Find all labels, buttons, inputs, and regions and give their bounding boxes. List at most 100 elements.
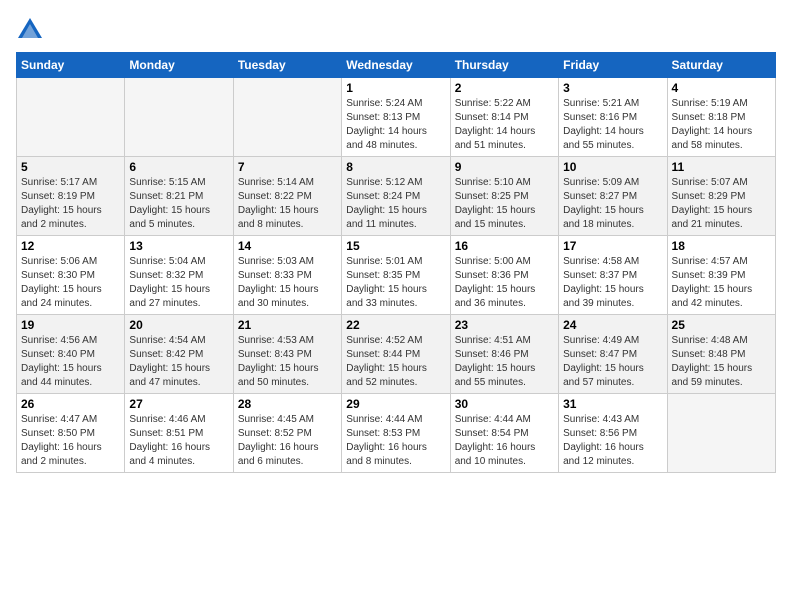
weekday-header-wednesday: Wednesday [342, 53, 450, 78]
day-number: 8 [346, 160, 445, 174]
day-info: Sunrise: 4:44 AMSunset: 8:54 PMDaylight:… [455, 413, 554, 469]
day-number: 16 [455, 239, 554, 253]
day-number: 7 [238, 160, 337, 174]
day-number: 20 [129, 318, 228, 332]
day-info: Sunrise: 4:52 AMSunset: 8:44 PMDaylight:… [346, 334, 445, 390]
calendar-week-row: 5Sunrise: 5:17 AMSunset: 8:19 PMDaylight… [17, 157, 776, 236]
calendar-cell: 14Sunrise: 5:03 AMSunset: 8:33 PMDayligh… [233, 236, 341, 315]
day-info: Sunrise: 5:22 AMSunset: 8:14 PMDaylight:… [455, 97, 554, 153]
calendar-cell: 25 Sunrise: 4:48 AMSunset: 8:48 PMDayligh… [667, 315, 775, 394]
day-number: 29 [346, 397, 445, 411]
day-info: Sunrise: 4:44 AMSunset: 8:53 PMDaylight:… [346, 413, 445, 469]
day-info: Sunrise: 4:49 AMSunset: 8:47 PMDaylight:… [563, 334, 662, 390]
calendar-cell: 13 Sunrise: 5:04 AMSunset: 8:32 PMDayligh… [125, 236, 233, 315]
day-number: 24 [563, 318, 662, 332]
day-number: 3 [563, 81, 662, 95]
day-info: Sunrise: 4:48 AMSunset: 8:48 PMDaylight:… [672, 334, 771, 390]
weekday-header-thursday: Thursday [450, 53, 558, 78]
calendar-cell: 15 Sunrise: 5:01 AMSunset: 8:35 PMDayligh… [342, 236, 450, 315]
calendar-cell: 17 Sunrise: 4:58 AMSunset: 8:37 PMDayligh… [559, 236, 667, 315]
calendar-cell: 5Sunrise: 5:17 AMSunset: 8:19 PMDaylight… [17, 157, 125, 236]
day-info: Sunrise: 5:21 AMSunset: 8:16 PMDaylight:… [563, 97, 662, 153]
calendar-cell: 4Sunrise: 5:19 AMSunset: 8:18 PMDaylight… [667, 78, 775, 157]
day-info: Sunrise: 5:01 AMSunset: 8:35 PMDaylight:… [346, 255, 445, 311]
calendar-cell: 27 Sunrise: 4:46 AMSunset: 8:51 PMDayligh… [125, 394, 233, 473]
calendar-cell [125, 78, 233, 157]
day-number: 11 [672, 160, 771, 174]
day-info: Sunrise: 4:57 AMSunset: 8:39 PMDaylight:… [672, 255, 771, 311]
calendar-cell: 7 Sunrise: 5:14 AMSunset: 8:22 PMDaylight… [233, 157, 341, 236]
day-info: Sunrise: 4:46 AMSunset: 8:51 PMDaylight:… [129, 413, 228, 469]
day-info: Sunrise: 5:06 AMSunset: 8:30 PMDaylight:… [21, 255, 120, 311]
calendar-header-row: SundayMondayTuesdayWednesdayThursdayFrid… [17, 53, 776, 78]
day-number: 27 [129, 397, 228, 411]
weekday-header-monday: Monday [125, 53, 233, 78]
calendar-cell: 3 Sunrise: 5:21 AMSunset: 8:16 PMDaylight… [559, 78, 667, 157]
calendar-cell: 6 Sunrise: 5:15 AMSunset: 8:21 PMDaylight… [125, 157, 233, 236]
calendar-cell [17, 78, 125, 157]
day-number: 26 [21, 397, 120, 411]
day-info: Sunrise: 5:04 AMSunset: 8:32 PMDaylight:… [129, 255, 228, 311]
day-info: Sunrise: 5:00 AMSunset: 8:36 PMDaylight:… [455, 255, 554, 311]
day-info: Sunrise: 5:09 AMSunset: 8:27 PMDaylight:… [563, 176, 662, 232]
day-info: Sunrise: 4:43 AMSunset: 8:56 PMDaylight:… [563, 413, 662, 469]
calendar-cell [667, 394, 775, 473]
day-number: 28 [238, 397, 337, 411]
day-number: 1 [346, 81, 445, 95]
day-number: 22 [346, 318, 445, 332]
day-number: 15 [346, 239, 445, 253]
calendar-table: SundayMondayTuesdayWednesdayThursdayFrid… [16, 52, 776, 473]
calendar-cell: 9Sunrise: 5:10 AMSunset: 8:25 PMDaylight… [450, 157, 558, 236]
day-number: 30 [455, 397, 554, 411]
day-number: 25 [672, 318, 771, 332]
day-info: Sunrise: 4:51 AMSunset: 8:46 PMDaylight:… [455, 334, 554, 390]
day-number: 19 [21, 318, 120, 332]
logo-icon [16, 16, 44, 44]
calendar-cell: 2 Sunrise: 5:22 AMSunset: 8:14 PMDaylight… [450, 78, 558, 157]
day-info: Sunrise: 4:56 AMSunset: 8:40 PMDaylight:… [21, 334, 120, 390]
day-info: Sunrise: 5:19 AMSunset: 8:18 PMDaylight:… [672, 97, 771, 153]
day-number: 12 [21, 239, 120, 253]
day-number: 6 [129, 160, 228, 174]
calendar-week-row: 19 Sunrise: 4:56 AMSunset: 8:40 PMDayligh… [17, 315, 776, 394]
day-info: Sunrise: 4:54 AMSunset: 8:42 PMDaylight:… [129, 334, 228, 390]
calendar-week-row: 1 Sunrise: 5:24 AMSunset: 8:13 PMDaylight… [17, 78, 776, 157]
calendar-cell: 20 Sunrise: 4:54 AMSunset: 8:42 PMDayligh… [125, 315, 233, 394]
calendar-cell: 8 Sunrise: 5:12 AMSunset: 8:24 PMDaylight… [342, 157, 450, 236]
day-info: Sunrise: 5:03 AMSunset: 8:33 PMDaylight:… [238, 255, 337, 311]
weekday-header-friday: Friday [559, 53, 667, 78]
day-info: Sunrise: 5:14 AMSunset: 8:22 PMDaylight:… [238, 176, 337, 232]
day-number: 13 [129, 239, 228, 253]
weekday-header-tuesday: Tuesday [233, 53, 341, 78]
day-number: 2 [455, 81, 554, 95]
calendar-cell: 24 Sunrise: 4:49 AMSunset: 8:47 PMDayligh… [559, 315, 667, 394]
day-number: 23 [455, 318, 554, 332]
calendar-cell: 1 Sunrise: 5:24 AMSunset: 8:13 PMDaylight… [342, 78, 450, 157]
calendar-cell: 29 Sunrise: 4:44 AMSunset: 8:53 PMDayligh… [342, 394, 450, 473]
day-number: 31 [563, 397, 662, 411]
calendar-cell: 23 Sunrise: 4:51 AMSunset: 8:46 PMDayligh… [450, 315, 558, 394]
day-number: 18 [672, 239, 771, 253]
calendar-cell: 11Sunrise: 5:07 AMSunset: 8:29 PMDayligh… [667, 157, 775, 236]
day-info: Sunrise: 5:12 AMSunset: 8:24 PMDaylight:… [346, 176, 445, 232]
day-info: Sunrise: 5:10 AMSunset: 8:25 PMDaylight:… [455, 176, 554, 232]
day-info: Sunrise: 5:15 AMSunset: 8:21 PMDaylight:… [129, 176, 228, 232]
day-info: Sunrise: 4:45 AMSunset: 8:52 PMDaylight:… [238, 413, 337, 469]
day-number: 5 [21, 160, 120, 174]
calendar-cell: 30 Sunrise: 4:44 AMSunset: 8:54 PMDayligh… [450, 394, 558, 473]
calendar-cell: 28 Sunrise: 4:45 AMSunset: 8:52 PMDayligh… [233, 394, 341, 473]
weekday-header-saturday: Saturday [667, 53, 775, 78]
calendar-cell: 16 Sunrise: 5:00 AMSunset: 8:36 PMDayligh… [450, 236, 558, 315]
day-number: 10 [563, 160, 662, 174]
calendar-cell: 21Sunrise: 4:53 AMSunset: 8:43 PMDayligh… [233, 315, 341, 394]
calendar-cell: 22 Sunrise: 4:52 AMSunset: 8:44 PMDayligh… [342, 315, 450, 394]
day-info: Sunrise: 5:24 AMSunset: 8:13 PMDaylight:… [346, 97, 445, 153]
day-info: Sunrise: 4:58 AMSunset: 8:37 PMDaylight:… [563, 255, 662, 311]
weekday-header-sunday: Sunday [17, 53, 125, 78]
calendar-cell: 26Sunrise: 4:47 AMSunset: 8:50 PMDayligh… [17, 394, 125, 473]
calendar-cell: 12 Sunrise: 5:06 AMSunset: 8:30 PMDayligh… [17, 236, 125, 315]
day-number: 17 [563, 239, 662, 253]
calendar-week-row: 12 Sunrise: 5:06 AMSunset: 8:30 PMDayligh… [17, 236, 776, 315]
logo [16, 16, 48, 44]
calendar-cell: 31 Sunrise: 4:43 AMSunset: 8:56 PMDayligh… [559, 394, 667, 473]
